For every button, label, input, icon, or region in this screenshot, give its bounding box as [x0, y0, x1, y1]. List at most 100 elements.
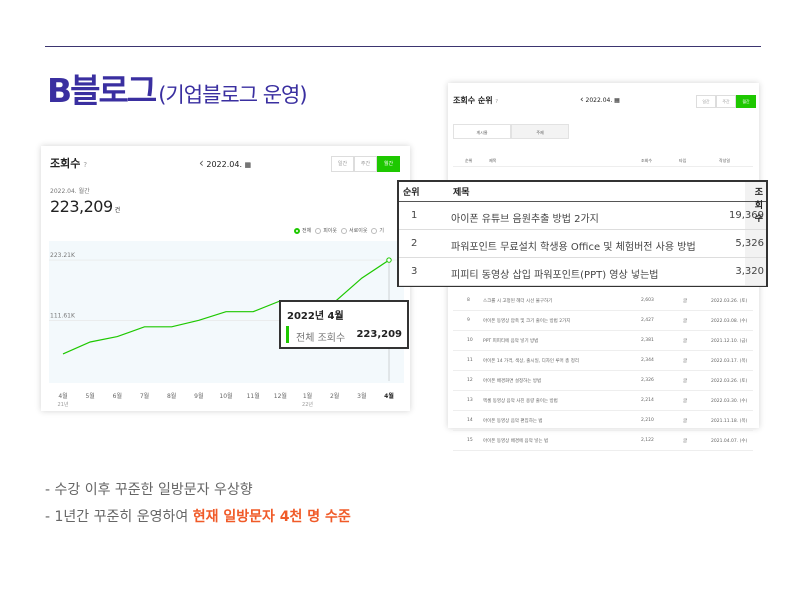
- rank-cell-type: 글: [683, 439, 688, 444]
- rank-cell-views: 2,344: [641, 358, 654, 363]
- rank-cell-title: PPT 피피티에 음악 넣기 방법: [483, 339, 539, 344]
- rank-cell-title: 엑셀 동영상 음악 사진 용량 줄이는 방법: [483, 399, 558, 404]
- table-row[interactable]: 15 아이폰 동영상 배경에 음악 넣는 법 2,122 글 2021.04.07. (…: [453, 431, 753, 451]
- table-row[interactable]: 9 아이폰 동영상 압축 및 크기 줄이는 방법 2가지 2,427 글 2022.03…: [453, 311, 753, 331]
- year-label: 21년: [58, 401, 69, 408]
- views-panel: 조회수? ‹ 2022.04. ▦ 일간 주간 월간 2022.04. 월간 2…: [41, 146, 410, 411]
- top-cell-rank: 1: [411, 210, 418, 221]
- table-row[interactable]: 10 PPT 피피티에 음악 넣기 방법 2,381 글 2021.12.10. (금): [453, 331, 753, 351]
- stat-value: 223,209 건: [50, 197, 120, 216]
- stat-label: 2022.04. 월간: [50, 188, 90, 195]
- rank-cell-views: 2,326: [641, 378, 654, 383]
- date-label: 2022.04.: [206, 160, 242, 169]
- table-row[interactable]: 11 아이폰 14 가격, 색상, 출시일, 디자인 루머 총 정리 2,344 글 2…: [453, 351, 753, 371]
- prev-arrow-icon[interactable]: ‹: [580, 95, 584, 105]
- top-cell-title: 파워포인트 무료설치 학생용 Office 및 체험버전 사용 방법: [451, 242, 696, 253]
- rank-cell-rank: 9: [467, 318, 470, 323]
- help-icon[interactable]: ?: [495, 99, 498, 105]
- rank-cell-title: 아이폰 동영상 배경에 음악 넣는 법: [483, 439, 549, 444]
- rank-cell-date: 2021.04.07. (수): [711, 439, 748, 444]
- prev-arrow-icon[interactable]: ‹: [199, 156, 204, 170]
- rank-cell-rank: 13: [467, 398, 473, 403]
- notes: - 수강 이후 꾸준한 일방문자 우상향 - 1년간 꾸준히 운영하여 현재 일…: [45, 477, 351, 531]
- rank-cell-title: 아이폰 배경화면 설정하는 방법: [483, 379, 542, 384]
- top-table-row[interactable]: 2 파워포인트 무료설치 학생용 Office 및 체험버전 사용 방법 5,326: [399, 230, 766, 258]
- top-cell-title: 아이폰 유튜브 음원추출 방법 2가지: [451, 214, 599, 225]
- page-title-main: B블로그: [47, 71, 157, 110]
- rank-cell-views: 2,381: [641, 338, 654, 343]
- segment-weekly[interactable]: 주간: [716, 95, 736, 108]
- period-segmented: 일간 주간 월간: [331, 156, 400, 172]
- rank-cell-title: 아이폰 동영상 음악 편집하는 법: [483, 419, 543, 424]
- rank-cell-title: 아이폰 14 가격, 색상, 출시일, 디자인 루머 총 정리: [483, 359, 579, 364]
- rank-cell-views: 2,427: [641, 318, 654, 323]
- tooltip-label: 전체 조회수: [296, 333, 346, 344]
- y-tick-label: 111.61K: [50, 313, 76, 320]
- y-tick-label: 223.21K: [50, 252, 76, 259]
- rank-cell-rank: 14: [467, 418, 473, 423]
- data-point: [386, 257, 392, 263]
- filter-all[interactable]: 전체: [294, 227, 311, 234]
- rank-cell-rank: 15: [467, 438, 473, 443]
- note-2: - 1년간 꾸준히 운영하여 현재 일방문자 4천 명 수준: [45, 509, 351, 525]
- rank-cell-title: 스크롤 시 고정된 헤더 시선 불구하기: [483, 299, 553, 304]
- x-tick-label: 6월: [113, 392, 122, 400]
- rank-cell-date: 2022.03.17. (목): [711, 359, 748, 364]
- year-label: 22년: [302, 401, 313, 408]
- tab-posts[interactable]: 게시물: [453, 124, 511, 139]
- filter-radios: 전체 피이웃 서로이웃 기: [294, 227, 384, 234]
- x-tick-label: 9월: [194, 392, 203, 400]
- calendar-icon[interactable]: ▦: [245, 161, 252, 169]
- segment-monthly[interactable]: 월간: [377, 156, 400, 172]
- views-header: 조회수?: [50, 157, 88, 170]
- table-row[interactable]: 8 스크롤 시 고정된 헤더 시선 불구하기 2,603 글 2022.03.26. (…: [453, 291, 753, 311]
- rank-date-label: 2022.04.: [585, 97, 613, 104]
- rank-cell-views: 2,122: [641, 438, 654, 443]
- segment-monthly[interactable]: 월간: [736, 95, 756, 108]
- rank-cell-date: 2022.03.26. (토): [711, 379, 748, 384]
- x-tick-label: 10월: [219, 392, 232, 400]
- x-tick-label: 7월: [140, 392, 149, 400]
- rank-cell-rank: 12: [467, 378, 473, 383]
- rank-cell-date: 2022.03.26. (토): [711, 299, 748, 304]
- rank-tabs: 게시물 주제: [453, 124, 569, 139]
- top-table-row[interactable]: 3 피피티 동영상 삽입 파워포인트(PPT) 영상 넣는법 3,320: [399, 258, 766, 286]
- page-title-sub: (기업블로그 운영): [158, 83, 307, 107]
- segment-weekly[interactable]: 주간: [354, 156, 377, 172]
- x-tick-label: 12월: [274, 392, 287, 400]
- table-row[interactable]: 13 엑셀 동영상 음악 사진 용량 줄이는 방법 2,214 글 2022.03.30…: [453, 391, 753, 411]
- rank-column-header: 순위 제목 조회수 타입 작성일: [453, 155, 753, 167]
- segment-daily[interactable]: 일간: [331, 156, 354, 172]
- calendar-icon[interactable]: ▦: [614, 97, 620, 104]
- note-highlight: 현재 일방문자 4천 명 수준: [192, 509, 351, 525]
- top-cell-views: 19,369: [729, 210, 764, 221]
- rank-list: 8 스크롤 시 고정된 헤더 시선 불구하기 2,603 글 2022.03.26. (…: [453, 291, 753, 451]
- help-icon[interactable]: ?: [83, 161, 87, 169]
- rank-cell-date: 2022.03.30. (수): [711, 399, 748, 404]
- rank-cell-type: 글: [683, 359, 688, 364]
- x-tick-label: 5월: [85, 392, 94, 400]
- x-tick-label: 8월: [167, 392, 176, 400]
- top-cell-rank: 3: [411, 266, 418, 277]
- radio-icon: [315, 227, 322, 234]
- chart-tooltip: 2022년 4월 전체 조회수 223,209: [279, 300, 409, 349]
- rank-cell-type: 글: [683, 399, 688, 404]
- filter-neighbor[interactable]: 피이웃: [315, 227, 337, 234]
- tab-topics[interactable]: 주제: [511, 124, 569, 139]
- rank-cell-views: 2,214: [641, 398, 654, 403]
- rank-cell-type: 글: [683, 319, 688, 324]
- filter-mutual[interactable]: 서로이웃: [341, 227, 367, 234]
- top-table-row[interactable]: 1 아이폰 유튜브 음원추출 방법 2가지 19,369: [399, 202, 766, 230]
- top-divider: [45, 46, 761, 47]
- filter-other[interactable]: 기: [371, 227, 384, 234]
- segment-daily[interactable]: 일간: [696, 95, 716, 108]
- x-tick-label: 4월: [384, 392, 394, 400]
- tooltip-legend-bar: [286, 326, 289, 343]
- top-cell-views: 5,326: [735, 238, 764, 249]
- radio-icon: [341, 227, 348, 234]
- x-tick-label: 1월: [303, 392, 312, 400]
- table-row[interactable]: 14 아이폰 동영상 음악 편집하는 법 2,210 글 2021.11.18. (목): [453, 411, 753, 431]
- table-row[interactable]: 12 아이폰 배경화면 설정하는 방법 2,326 글 2022.03.26. (토): [453, 371, 753, 391]
- rank-cell-type: 글: [683, 419, 688, 424]
- x-tick-label: 3월: [357, 392, 366, 400]
